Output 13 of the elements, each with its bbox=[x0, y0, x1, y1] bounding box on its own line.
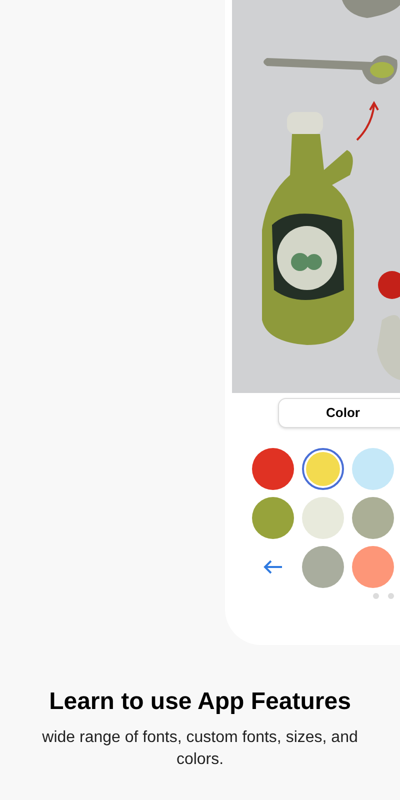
color-swatch[interactable] bbox=[352, 448, 394, 490]
feature-title: Learn to use App Features bbox=[48, 687, 352, 717]
color-swatch[interactable] bbox=[302, 497, 344, 539]
back-arrow-icon[interactable] bbox=[263, 559, 283, 575]
color-swatch[interactable] bbox=[302, 546, 344, 588]
color-tab[interactable]: Color bbox=[278, 398, 400, 428]
color-swatch[interactable] bbox=[252, 448, 294, 490]
color-swatch[interactable] bbox=[352, 497, 394, 539]
color-swatch[interactable] bbox=[302, 448, 344, 490]
page-dots-icon bbox=[373, 593, 395, 599]
feature-description: wide range of fonts, custom fonts, sizes, and colors. bbox=[41, 728, 359, 770]
color-swatch[interactable] bbox=[252, 497, 294, 539]
color-swatch[interactable] bbox=[352, 546, 394, 588]
